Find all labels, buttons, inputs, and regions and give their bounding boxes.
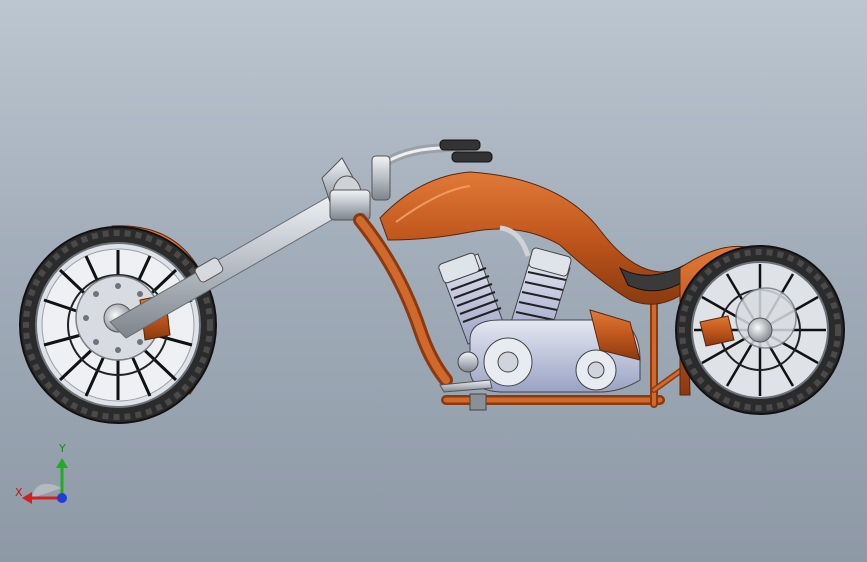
rear-wheel[interactable] <box>675 245 845 415</box>
coordinate-triad <box>22 458 68 504</box>
motorcycle-model[interactable] <box>0 0 867 562</box>
exhaust-pipes <box>499 225 531 257</box>
air-cleaner <box>457 351 479 373</box>
rear-caliper <box>699 315 735 347</box>
y-axis-label: Y <box>59 442 66 455</box>
graphics-viewport[interactable]: Y X <box>0 0 867 562</box>
x-axis-label: X <box>15 486 23 499</box>
z-axis-dot <box>57 493 67 503</box>
rear-hub <box>747 317 773 343</box>
